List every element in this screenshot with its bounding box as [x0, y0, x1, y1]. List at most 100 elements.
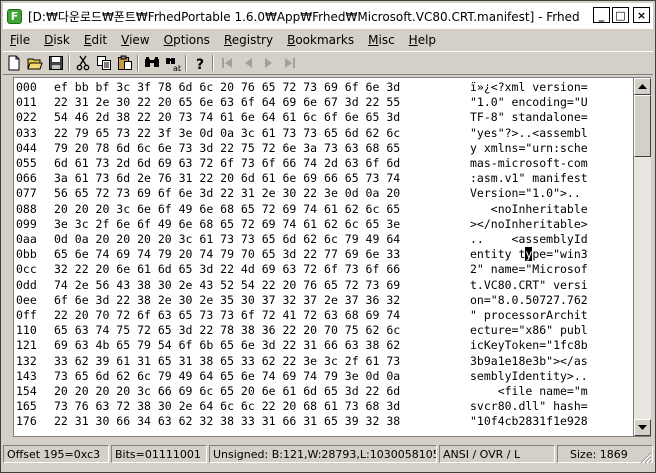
- row-ascii-chars[interactable]: ></noInheritable>: [470, 217, 588, 232]
- menu-misc[interactable]: Misc: [361, 33, 402, 47]
- row-hex-bytes[interactable]: 79 20 78 6d 6c 6e 73 3d 22 75 72 6e 3a 7…: [54, 141, 400, 156]
- row-ascii-chars[interactable]: <file name="m: [470, 384, 588, 399]
- row-ascii-chars[interactable]: semblyIdentity>..: [470, 369, 588, 384]
- toolbar: ab ?: [3, 51, 653, 75]
- status-bits: Bits=01111001: [111, 445, 207, 463]
- scroll-down-button[interactable]: [634, 419, 651, 436]
- row-hex-bytes[interactable]: ef bb bf 3c 3f 78 6d 6c 20 76 65 72 73 6…: [54, 80, 400, 95]
- row-ascii-chars[interactable]: t.VC80.CRT" versi: [470, 278, 588, 293]
- row-hex-bytes[interactable]: 20 20 20 3c 6e 6f 49 6e 68 65 72 69 74 6…: [54, 202, 400, 217]
- menu-view[interactable]: View: [114, 33, 156, 47]
- find-button[interactable]: [142, 53, 162, 73]
- row-hex-bytes[interactable]: 54 46 2d 38 22 20 73 74 61 6e 64 61 6c 6…: [54, 110, 400, 125]
- paste-button[interactable]: [115, 53, 135, 73]
- next-button[interactable]: [259, 53, 279, 73]
- scroll-up-button[interactable]: [634, 78, 651, 95]
- close-button[interactable]: ×: [633, 7, 650, 23]
- row-ascii-chars[interactable]: mas-microsoft-com: [470, 156, 588, 171]
- row-ascii-chars[interactable]: y xmlns="urn:sche: [470, 141, 588, 156]
- frhed-app-icon[interactable]: F: [7, 8, 22, 24]
- replace-icon: ab: [166, 58, 181, 71]
- row-ascii-chars[interactable]: icKeyToken="1fc8b: [470, 338, 588, 353]
- row-hex-bytes[interactable]: 22 31 2e 30 22 20 65 6e 63 6f 64 69 6e 6…: [54, 95, 400, 110]
- status-unsigned: Unsigned: B:121,W:28793,L:1030058105: [209, 445, 437, 463]
- row-hex-bytes[interactable]: 56 65 72 73 69 6f 6e 3d 22 31 2e 30 22 3…: [54, 186, 400, 201]
- next-icon: [265, 58, 272, 68]
- row-hex-bytes[interactable]: 20 20 20 20 3c 66 69 6c 65 20 6e 61 6d 6…: [54, 384, 400, 399]
- open-button[interactable]: [25, 53, 45, 73]
- row-offset: 143: [16, 368, 37, 383]
- ascii-text: pe="win3: [532, 247, 588, 262]
- previous-button[interactable]: [238, 53, 258, 73]
- first-button[interactable]: [217, 53, 237, 73]
- row-hex-bytes[interactable]: 73 65 6d 62 6c 79 49 64 65 6e 74 69 74 7…: [54, 369, 400, 384]
- row-hex-bytes[interactable]: 32 22 20 6e 61 6d 65 3d 22 4d 69 63 72 6…: [54, 262, 400, 277]
- row-ascii-chars[interactable]: ï»¿<?xml version=: [470, 80, 588, 95]
- row-hex-bytes[interactable]: 33 62 39 61 31 65 31 38 65 33 62 22 3e 3…: [54, 354, 400, 369]
- row-ascii-chars[interactable]: entity type="win3: [470, 247, 588, 262]
- row-hex-bytes[interactable]: 22 31 30 66 34 63 62 32 38 33 31 66 31 6…: [54, 414, 400, 429]
- cut-button[interactable]: [73, 53, 93, 73]
- row-ascii-chars[interactable]: "1.0" encoding="U: [470, 95, 588, 110]
- menu-edit[interactable]: Edit: [77, 33, 114, 47]
- row-ascii-chars[interactable]: :asm.v1" manifest: [470, 171, 588, 186]
- hex-view[interactable]: 000 ef bb bf 3c 3f 78 6d 6c 20 76 65 72 7…: [13, 77, 634, 437]
- title-bar[interactable]: F [D:₩다운로드₩폰트₩FrhedPortable 1.6.0₩App₩Fr…: [3, 3, 653, 29]
- row-offset: 066: [16, 171, 37, 186]
- row-hex-bytes[interactable]: 6f 6e 3d 22 38 2e 30 2e 35 30 37 32 37 2…: [54, 293, 400, 308]
- resize-grip-icon[interactable]: [640, 452, 652, 464]
- row-hex-bytes[interactable]: 0d 0a 20 20 20 20 3c 61 73 73 65 6d 62 6…: [54, 232, 400, 247]
- row-hex-bytes[interactable]: 22 20 70 72 6f 63 65 73 73 6f 72 41 72 6…: [54, 308, 400, 323]
- new-file-icon: [8, 55, 20, 71]
- status-mode: ANSI / OVR / L: [439, 445, 555, 463]
- row-ascii-chars[interactable]: "10f4cb2831f1e928: [470, 414, 588, 429]
- copy-button[interactable]: [94, 53, 114, 73]
- previous-icon: [245, 58, 252, 68]
- copy-icon: [97, 56, 111, 70]
- row-ascii-chars[interactable]: 2" name="Microsof: [470, 262, 588, 277]
- ascii-text: entity t: [470, 247, 526, 262]
- row-offset: 0ee: [16, 292, 37, 307]
- save-button[interactable]: [46, 53, 66, 73]
- help-button[interactable]: ?: [190, 53, 210, 73]
- row-hex-bytes[interactable]: 65 63 74 75 72 65 3d 22 78 38 36 22 20 7…: [54, 323, 400, 338]
- menu-file[interactable]: File: [3, 33, 37, 47]
- menu-registry[interactable]: Registry: [217, 33, 280, 47]
- menu-disk[interactable]: Disk: [37, 33, 77, 47]
- row-offset: 0ff: [16, 308, 37, 322]
- row-ascii-chars[interactable]: svcr80.dll" hash=: [470, 399, 588, 414]
- menu-options[interactable]: Options: [157, 33, 217, 47]
- row-ascii-chars[interactable]: 3b9a1e18e3b"></as: [470, 354, 588, 369]
- row-ascii-chars[interactable]: ecture="x86" publ: [470, 323, 588, 338]
- row-ascii-chars[interactable]: .. <assemblyId: [470, 232, 588, 247]
- row-ascii-chars[interactable]: <noInheritable: [470, 202, 588, 217]
- row-hex-bytes[interactable]: 6d 61 73 2d 6d 69 63 72 6f 73 6f 66 74 2…: [54, 156, 400, 171]
- toolbar-separator: [210, 53, 216, 73]
- row-hex-bytes[interactable]: 74 2e 56 43 38 30 2e 43 52 54 22 20 76 6…: [54, 278, 400, 293]
- row-ascii-chars[interactable]: " processorArchit: [470, 308, 588, 323]
- maximize-button[interactable]: □: [612, 7, 629, 23]
- row-ascii-chars[interactable]: on="8.0.50727.762: [470, 293, 588, 308]
- vertical-scrollbar[interactable]: [634, 77, 651, 437]
- menu-bar: File Disk Edit View Options Registry Boo…: [3, 30, 653, 50]
- status-bar: Offset 195=0xc3 Bits=01111001 Unsigned: …: [3, 443, 653, 465]
- scroll-thumb[interactable]: [634, 95, 651, 157]
- row-ascii-chars[interactable]: TF-8" standalone=: [470, 110, 588, 125]
- last-button[interactable]: [280, 53, 300, 73]
- row-offset: 165: [16, 399, 37, 414]
- replace-button[interactable]: ab: [163, 53, 183, 73]
- row-hex-bytes[interactable]: 69 63 4b 65 79 54 6f 6b 65 6e 3d 22 31 6…: [54, 338, 400, 353]
- menu-help[interactable]: Help: [402, 33, 443, 47]
- row-hex-bytes[interactable]: 73 76 63 72 38 30 2e 64 6c 6c 22 20 68 6…: [54, 399, 400, 414]
- row-ascii-chars[interactable]: Version="1.0">..: [470, 186, 588, 201]
- new-file-button[interactable]: [4, 53, 24, 73]
- last-icon: [285, 58, 295, 68]
- status-size: Size: 1869: [557, 445, 653, 463]
- row-hex-bytes[interactable]: 3a 61 73 6d 2e 76 31 22 20 6d 61 6e 69 6…: [54, 171, 400, 186]
- menu-bookmarks[interactable]: Bookmarks: [280, 33, 361, 47]
- row-hex-bytes[interactable]: 65 6e 74 69 74 79 20 74 79 70 65 3d 22 7…: [54, 247, 400, 262]
- row-hex-bytes[interactable]: 22 79 65 73 22 3f 3e 0d 0a 3c 61 73 73 6…: [54, 126, 400, 141]
- minimize-button[interactable]: _: [593, 7, 610, 23]
- row-hex-bytes[interactable]: 3e 3c 2f 6e 6f 49 6e 68 65 72 69 74 61 6…: [54, 217, 400, 232]
- row-ascii-chars[interactable]: "yes"?>..<assembl: [470, 126, 588, 141]
